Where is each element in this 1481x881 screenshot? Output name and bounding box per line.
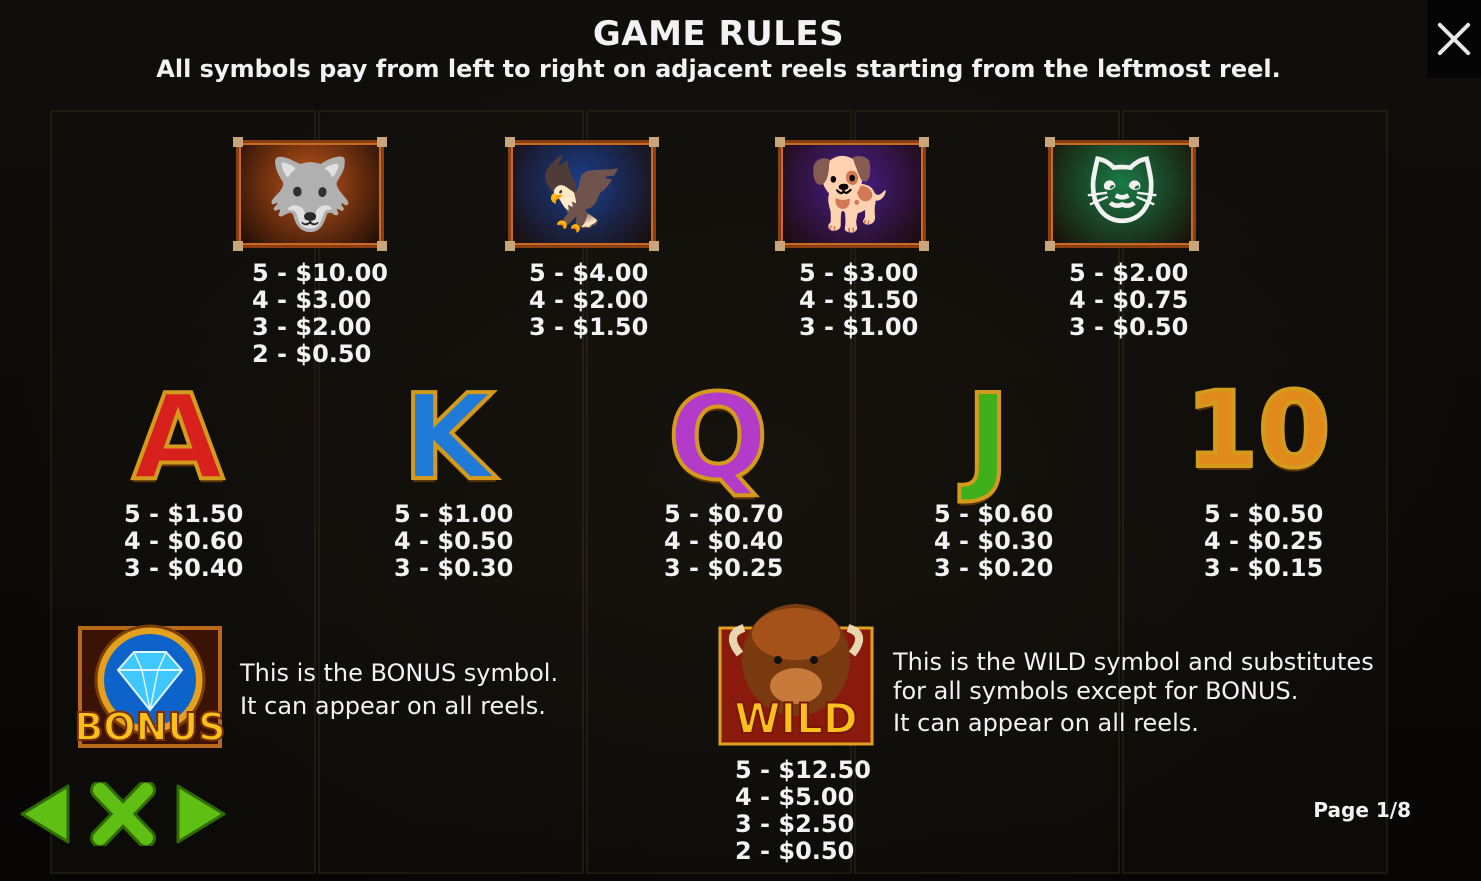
pay-line: 3 - $0.15 [1204,554,1324,582]
pay-line: 5 - $0.70 [664,500,784,528]
wild-line-1: This is the WILD symbol and substitutes [893,648,1374,676]
pay-line: 2 - $0.50 [252,340,372,368]
symbol-k-paytable: 5 - $1.00 4 - $0.50 3 - $0.30 [394,501,513,582]
pay-line: 5 - $1.50 [124,500,244,528]
wild-paytable: 5 - $12.50 4 - $5.00 3 - $2.50 2 - $0.50 [735,757,871,865]
frame-corner [775,137,785,147]
pay-line: 5 - $2.00 [1069,259,1189,287]
frame-corner [919,241,929,251]
pay-line: 4 - $0.30 [934,527,1054,555]
symbol-10: 10 [1184,369,1333,491]
page-title: GAME RULES [592,14,845,54]
frame-corner [1189,241,1199,251]
symbol-a: A [130,368,225,506]
symbol-k: K [400,368,495,506]
pay-line: 4 - $0.50 [394,527,514,555]
symbol-q-paytable: 5 - $0.70 4 - $0.40 3 - $0.25 [664,501,783,582]
lynx-symbol: 🐱 [1045,137,1199,251]
pay-line: 4 - $3.00 [252,286,372,314]
pay-line: 3 - $2.00 [252,313,372,341]
pay-line: 3 - $0.50 [1069,313,1189,341]
eagle-symbol: 🦅 [505,137,659,251]
bonus-description: This is the BONUS symbol. It can appear … [240,657,558,723]
pay-line: 4 - $0.75 [1069,286,1189,314]
frame-corner [1189,137,1199,147]
pay-line: 3 - $0.20 [934,554,1054,582]
wild-description: This is the WILD symbol and substitutes … [893,648,1374,738]
pay-line: 5 - $3.00 [799,259,919,287]
page-indicator: Page 1/8 [1313,798,1411,822]
pay-line: 3 - $0.30 [394,554,514,582]
eagle-icon: 🦅 [538,153,626,235]
pay-line: 4 - $1.50 [799,286,919,314]
bonus-logo-text: BONUS [73,705,226,749]
frame-corner [233,241,243,251]
frame-corner [649,241,659,251]
pay-line: 5 - $12.50 [735,756,871,784]
pay-line: 5 - $4.00 [529,259,649,287]
frame-corner [377,137,387,147]
pay-line: 3 - $0.40 [124,554,244,582]
symbol-j: J [964,368,1012,506]
symbol-j-paytable: 5 - $0.60 4 - $0.30 3 - $0.20 [934,501,1053,582]
hyena-paytable: 5 - $3.00 4 - $1.50 3 - $1.00 [799,260,918,341]
pay-line: 5 - $10.00 [252,259,388,287]
arrow-left-icon[interactable] [18,782,72,846]
frame-corner [505,137,515,147]
pay-line: 3 - $1.00 [799,313,919,341]
close-x-icon[interactable] [90,782,156,846]
wolf-paytable: 5 - $10.00 4 - $3.00 3 - $2.00 2 - $0.50 [252,260,388,368]
pay-line: 5 - $0.60 [934,500,1054,528]
pay-line: 3 - $1.50 [529,313,649,341]
wild-symbol: WILD [718,594,874,746]
frame-corner [649,137,659,147]
arrow-right-icon[interactable] [174,782,228,846]
frame-corner [1045,241,1055,251]
eagle-paytable: 5 - $4.00 4 - $2.00 3 - $1.50 [529,260,648,341]
bonus-symbol: BONUS [73,622,227,752]
wolf-icon: 🐺 [266,153,354,235]
rules-subtitle: All symbols pay from left to right on ad… [156,55,1281,83]
symbol-q: Q [666,368,770,506]
hyena-symbol: 🐕 [775,137,929,251]
bonus-line-2: It can appear on all reels. [240,692,546,720]
frame-corner [233,137,243,147]
pay-line: 3 - $2.50 [735,810,855,838]
pay-line: 4 - $5.00 [735,783,855,811]
pay-line: 4 - $2.00 [529,286,649,314]
pay-line: 4 - $0.25 [1204,527,1324,555]
pay-line: 5 - $1.00 [394,500,514,528]
close-icon[interactable] [1427,0,1481,78]
symbol-a-paytable: 5 - $1.50 4 - $0.60 3 - $0.40 [124,501,243,582]
lynx-paytable: 5 - $2.00 4 - $0.75 3 - $0.50 [1069,260,1188,341]
wild-logo-text: WILD [733,694,859,743]
wild-line-3: It can appear on all reels. [893,709,1199,737]
pay-line: 5 - $0.50 [1204,500,1324,528]
lynx-icon: 🐱 [1085,153,1159,235]
hyena-icon: 🐕 [808,153,896,235]
pay-line: 2 - $0.50 [735,837,855,865]
bonus-line-1: This is the BONUS symbol. [240,659,559,687]
wild-line-2: for all symbols except for BONUS. [893,677,1299,705]
frame-corner [919,137,929,147]
frame-corner [1045,137,1055,147]
frame-corner [377,241,387,251]
frame-corner [505,241,515,251]
wolf-symbol: 🐺 [233,137,387,251]
frame-corner [775,241,785,251]
pay-line: 4 - $0.40 [664,527,784,555]
pay-line: 4 - $0.60 [124,527,244,555]
symbol-10-paytable: 5 - $0.50 4 - $0.25 3 - $0.15 [1204,501,1323,582]
pay-line: 3 - $0.25 [664,554,784,582]
